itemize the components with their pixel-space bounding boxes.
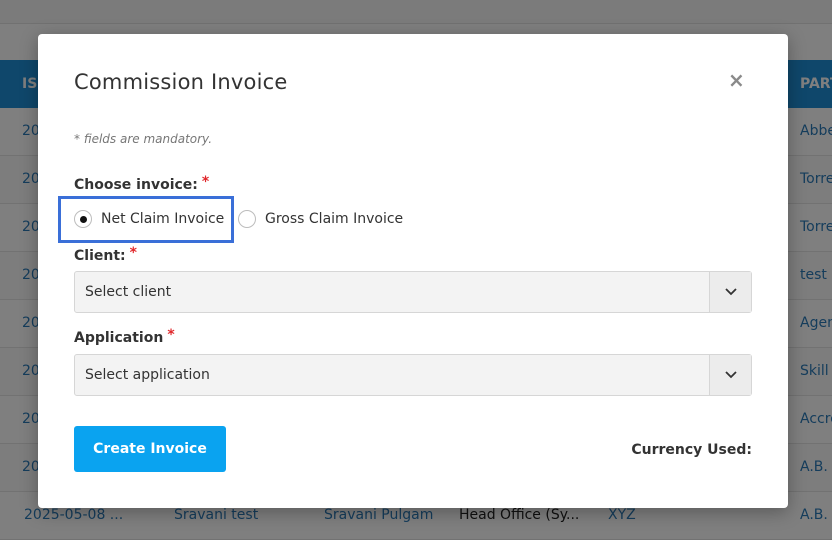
client-label: Client: * xyxy=(74,245,137,264)
required-marker: * xyxy=(201,174,210,190)
net-claim-invoice-radio[interactable]: Net Claim Invoice xyxy=(74,210,224,228)
net-claim-invoice-label: Net Claim Invoice xyxy=(101,211,225,227)
client-label-text: Client: xyxy=(74,248,126,264)
radio-checked-icon[interactable] xyxy=(74,210,92,228)
currency-used-label: Currency Used: xyxy=(631,442,752,458)
chevron-down-icon[interactable] xyxy=(709,355,751,395)
mandatory-note: * fields are mandatory. xyxy=(74,132,213,146)
chevron-down-icon[interactable] xyxy=(709,272,751,312)
application-select[interactable]: Select application xyxy=(74,354,752,396)
application-label: Application * xyxy=(74,327,175,346)
required-marker: * xyxy=(167,327,175,343)
client-select[interactable]: Select client xyxy=(74,271,752,313)
choose-invoice-label: Choose invoice: * xyxy=(74,174,210,193)
commission-invoice-modal: Commission Invoice × * fields are mandat… xyxy=(38,34,788,508)
application-label-text: Application xyxy=(74,330,164,346)
choose-invoice-label-text: Choose invoice: xyxy=(74,177,198,193)
client-select-value: Select client xyxy=(85,284,172,300)
close-icon[interactable]: × xyxy=(728,70,745,90)
required-marker: * xyxy=(129,245,137,261)
gross-claim-invoice-label: Gross Claim Invoice xyxy=(265,211,404,227)
radio-unchecked-icon[interactable] xyxy=(238,210,256,228)
application-select-value: Select application xyxy=(85,367,210,383)
modal-title: Commission Invoice xyxy=(74,70,288,94)
gross-claim-invoice-radio[interactable]: Gross Claim Invoice xyxy=(238,210,403,228)
create-invoice-button[interactable]: Create Invoice xyxy=(74,426,226,472)
